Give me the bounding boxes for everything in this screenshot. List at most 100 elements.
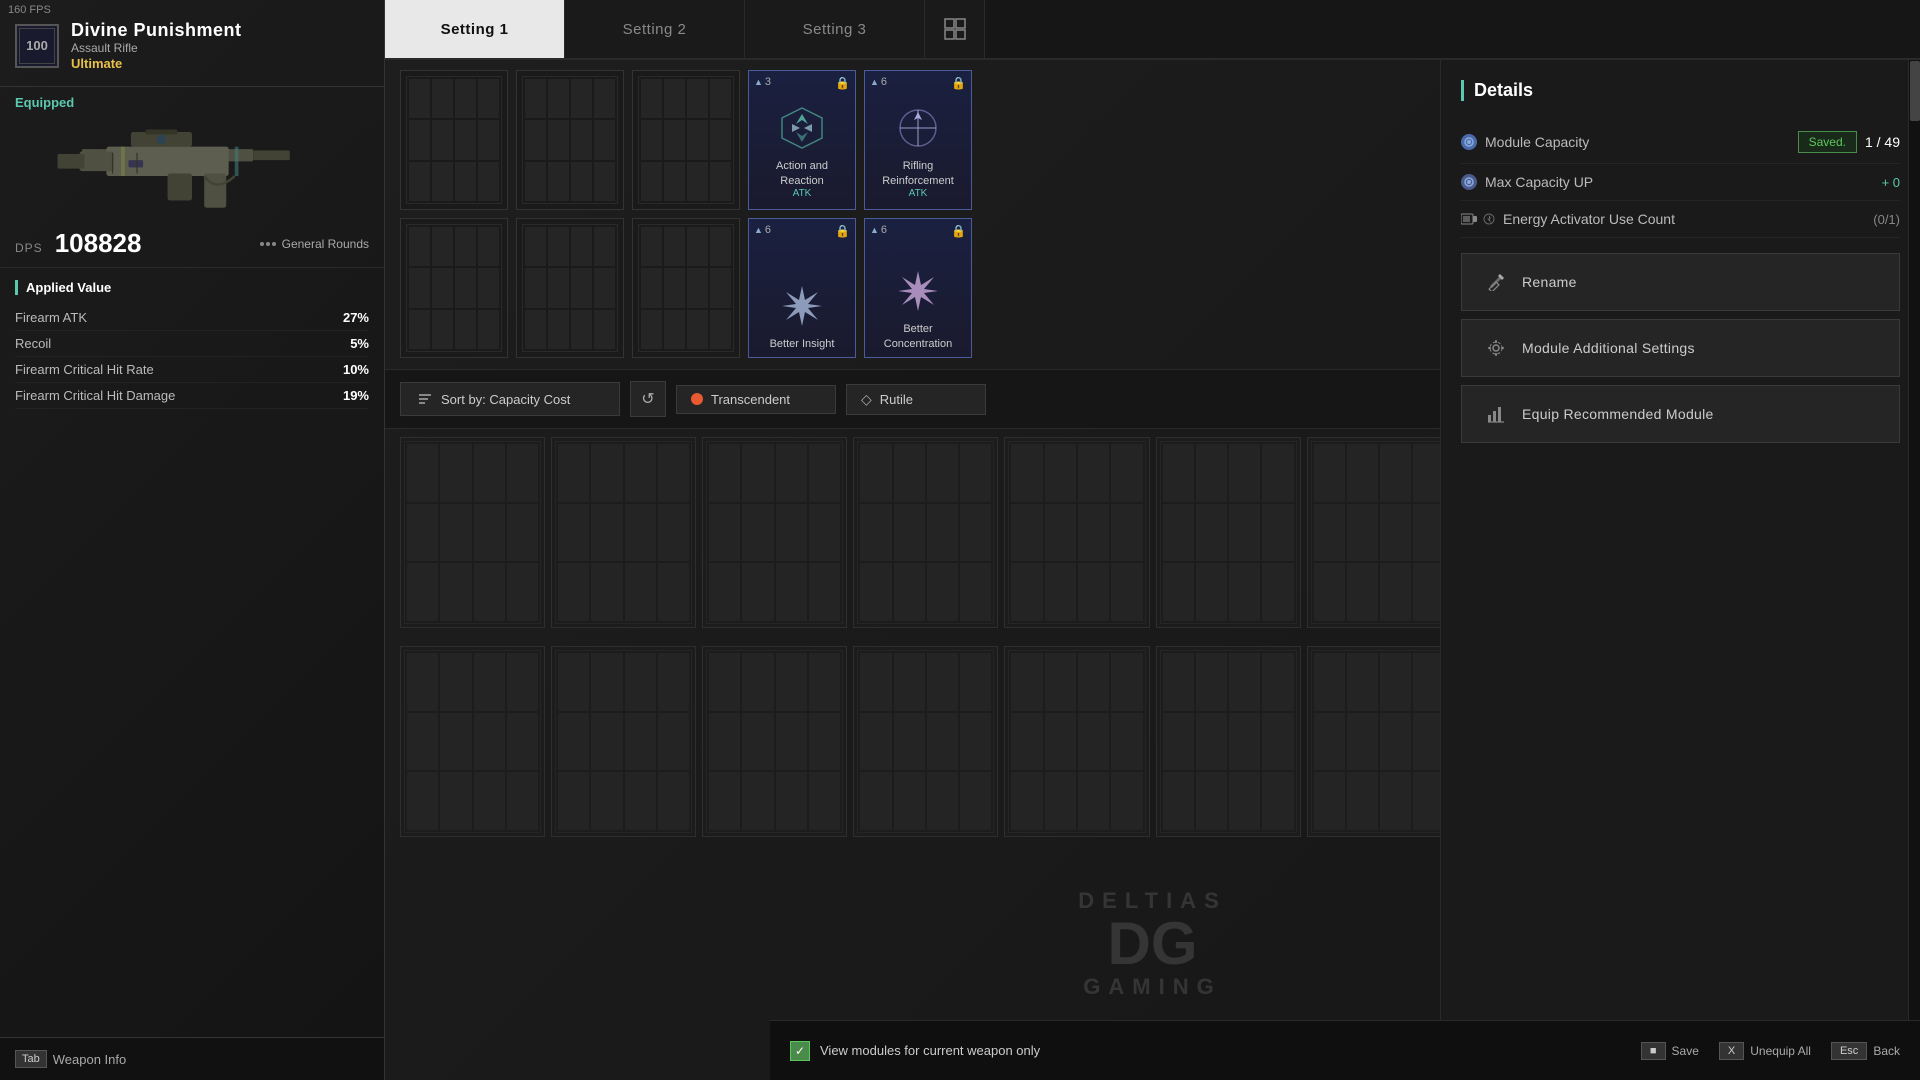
- dps-area: DPS 108828 General Rounds: [0, 220, 384, 268]
- stat-value-crit-dmg: 19%: [343, 388, 369, 403]
- weapon-type: Assault Rifle: [71, 41, 242, 55]
- module-name-concentration: Better Concentration: [865, 322, 971, 351]
- equip-recommended-label: Equip Recommended Module: [1522, 406, 1714, 422]
- module-additional-settings-button[interactable]: Module Additional Settings: [1461, 319, 1900, 377]
- module-name-insight: Better Insight: [766, 337, 839, 351]
- unequip-action: X Unequip All: [1719, 1042, 1811, 1060]
- module-category-atk-2: ATK: [909, 188, 928, 203]
- tab-key: Tab: [15, 1050, 47, 1068]
- module-slot-rifling[interactable]: ▲ 6 🔒 Rifling Reinforcement ATK: [864, 70, 972, 210]
- module-icon-action: [775, 101, 829, 155]
- module-grid-item[interactable]: [1004, 437, 1149, 628]
- max-capacity-icon: [1461, 174, 1477, 190]
- fps-counter: 160 FPS: [8, 4, 51, 16]
- scrollbar-track[interactable]: [1908, 60, 1920, 1020]
- module-tier-badge-3: ▲ 6: [754, 224, 771, 236]
- module-grid-item[interactable]: [1307, 437, 1452, 628]
- module-grid-item[interactable]: [1004, 646, 1149, 837]
- module-slot-empty[interactable]: [632, 70, 740, 210]
- back-action: Esc Back: [1831, 1042, 1900, 1060]
- checkbox-label: View modules for current weapon only: [820, 1043, 1040, 1058]
- max-cap-icon-svg: [1464, 177, 1474, 187]
- module-grid-item[interactable]: [853, 437, 998, 628]
- weapon-name: Divine Punishment: [71, 20, 242, 41]
- module-grid-item[interactable]: [400, 646, 545, 837]
- module-slot-empty[interactable]: [516, 218, 624, 358]
- module-grid-item[interactable]: [551, 646, 696, 837]
- module-grid-item[interactable]: [853, 646, 998, 837]
- module-grid-item[interactable]: [400, 437, 545, 628]
- stat-value-firearm-atk: 27%: [343, 310, 369, 325]
- ammo-type: General Rounds: [260, 237, 369, 251]
- refresh-button[interactable]: ↺: [630, 381, 666, 417]
- tab-setting-1[interactable]: Setting 1: [385, 0, 565, 58]
- module-slot-action-reaction[interactable]: ▲ 3 🔒 Action and Reaction: [748, 70, 856, 210]
- equip-recommended-button[interactable]: Equip Recommended Module: [1461, 385, 1900, 443]
- module-grid-item[interactable]: [702, 437, 847, 628]
- current-weapon-checkbox[interactable]: ✓: [790, 1041, 810, 1061]
- weapon-level-badge: 100: [15, 24, 59, 68]
- max-capacity-value: + 0: [1882, 175, 1900, 190]
- tabs-bar: Setting 1 Setting 2 Setting 3: [385, 0, 1920, 60]
- energy-icon: [1461, 213, 1477, 225]
- tab-setting-3[interactable]: Setting 3: [745, 0, 925, 58]
- module-slot-empty[interactable]: [632, 218, 740, 358]
- module-slot-better-concentration[interactable]: ▲ 6 🔒 Better Concentration: [864, 218, 972, 358]
- module-icon-rifling: [891, 101, 945, 155]
- ammo-icon: [260, 242, 276, 246]
- module-category-atk: ATK: [793, 188, 812, 203]
- module-grid-item[interactable]: [551, 437, 696, 628]
- energy-value: (0/1): [1873, 212, 1900, 227]
- applied-value-section: Applied Value Firearm ATK 27% Recoil 5% …: [0, 268, 384, 417]
- module-tier-badge-2: ▲ 6: [870, 76, 887, 88]
- module-slot-empty[interactable]: [516, 70, 624, 210]
- module-tier-badge-4: ▲ 6: [870, 224, 887, 236]
- module-name-action: Action and Reaction: [749, 159, 855, 188]
- action-buttons: Rename Module Additional Settings: [1461, 253, 1900, 443]
- weapon-info-tab[interactable]: Tab Weapon Info: [0, 1037, 384, 1080]
- stat-name-recoil: Recoil: [15, 336, 51, 351]
- module-lock-icon-3: 🔒: [835, 224, 850, 238]
- bottom-right-keys: ■ Save X Unequip All Esc Back: [1440, 1020, 1920, 1080]
- tab-setting-2[interactable]: Setting 2: [565, 0, 745, 58]
- transcendent-filter[interactable]: Transcendent: [676, 385, 836, 414]
- max-capacity-row: Max Capacity UP + 0: [1461, 164, 1900, 201]
- module-capacity-label: Module Capacity: [1461, 134, 1589, 150]
- sort-icon: [417, 391, 433, 407]
- stat-row: Firearm Critical Hit Damage 19%: [15, 383, 369, 409]
- scrollbar-thumb[interactable]: [1910, 61, 1920, 121]
- equipped-badge: Equipped: [0, 87, 384, 110]
- right-details-panel: Details Module Capacity Saved. 1 / 49: [1440, 60, 1920, 1020]
- save-action: ■ Save: [1641, 1042, 1699, 1060]
- module-lock-icon: 🔒: [835, 76, 850, 90]
- module-grid-item[interactable]: [1307, 646, 1452, 837]
- pencil-icon: [1487, 273, 1505, 291]
- module-grid-item[interactable]: [702, 646, 847, 837]
- rutile-filter[interactable]: ◇ Rutile: [846, 384, 986, 415]
- rename-label: Rename: [1522, 274, 1577, 290]
- weapon-header: 100 Divine Punishment Assault Rifle Ulti…: [0, 0, 384, 87]
- unequip-label: Unequip All: [1750, 1044, 1811, 1058]
- stat-name-crit-dmg: Firearm Critical Hit Damage: [15, 388, 175, 403]
- module-slot-empty[interactable]: [400, 70, 508, 210]
- module-slot-better-insight[interactable]: ▲ 6 🔒 Better Insight: [748, 218, 856, 358]
- module-lock-icon-4: 🔒: [951, 224, 966, 238]
- back-label: Back: [1873, 1044, 1900, 1058]
- module-slot-empty[interactable]: [400, 218, 508, 358]
- energy-activator-row: Energy Activator Use Count (0/1): [1461, 201, 1900, 238]
- weapon-rarity: Ultimate: [71, 56, 242, 71]
- tab-grid-icon[interactable]: [925, 0, 985, 58]
- rename-button[interactable]: Rename: [1461, 253, 1900, 311]
- module-grid-item[interactable]: [1156, 646, 1301, 837]
- stat-row: Firearm ATK 27%: [15, 305, 369, 331]
- module-grid-item[interactable]: [1156, 437, 1301, 628]
- module-lock-icon-2: 🔒: [951, 76, 966, 90]
- stat-value-crit-rate: 10%: [343, 362, 369, 377]
- module-name-rifling: Rifling Reinforcement: [865, 159, 971, 188]
- sort-button[interactable]: Sort by: Capacity Cost: [400, 382, 620, 416]
- transcendent-label: Transcendent: [711, 392, 790, 407]
- stat-name-crit-rate: Firearm Critical Hit Rate: [15, 362, 154, 377]
- module-capacity-icon: [1461, 134, 1477, 150]
- watermark: DELTIAS DG GAMING: [1078, 888, 1226, 1000]
- module-icon-insight: [775, 279, 829, 333]
